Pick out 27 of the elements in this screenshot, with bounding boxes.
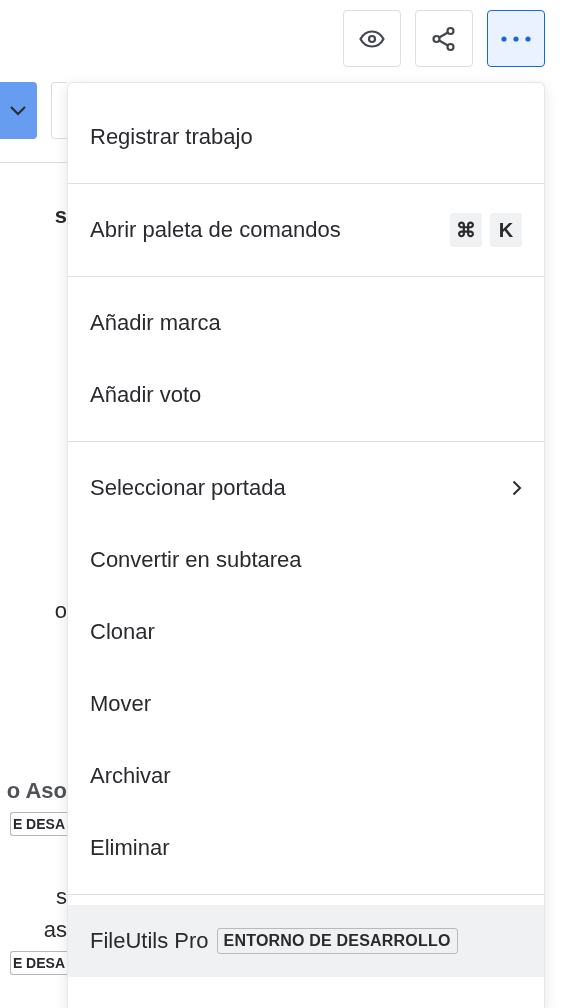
field-label: as — [43, 916, 67, 944]
share-button[interactable] — [415, 10, 473, 67]
shortcut-key: K — [490, 213, 522, 247]
section-heading: s — [54, 202, 67, 230]
menu-item[interactable]: Convertir en subtarea — [68, 524, 544, 596]
field-label: s — [56, 883, 67, 911]
field-label: o — [54, 597, 67, 625]
menu-item[interactable]: Abrir paleta de comandos ⌘ K — [68, 194, 544, 266]
share-icon — [431, 25, 457, 52]
menu-item[interactable]: Clonar — [68, 596, 544, 668]
chevron-right-icon — [512, 480, 522, 496]
menu-item[interactable]: Mover — [68, 668, 544, 740]
more-actions-button[interactable] — [487, 10, 545, 67]
field-label: o Aso — [6, 777, 67, 805]
environment-badge: ENTORNO DE DESARROLLO — [216, 928, 458, 954]
menu-item[interactable]: Añadir voto — [68, 359, 544, 431]
chevron-down-icon — [10, 105, 27, 116]
menu-item[interactable]: Añadir marca — [68, 287, 544, 359]
more-icon — [501, 35, 531, 42]
menu-item[interactable]: Seleccionar portada — [68, 452, 544, 524]
watch-button[interactable] — [343, 10, 401, 67]
menu-item[interactable]: Eliminar — [68, 812, 544, 884]
eye-icon — [359, 29, 385, 48]
menu-item[interactable]: Registrar trabajo — [68, 101, 544, 173]
shortcut-key: ⌘ — [450, 213, 482, 247]
menu-item[interactable]: Archivar — [68, 740, 544, 812]
menu-item[interactable]: FileUtils Pro ENTORNO DE DESARROLLO — [68, 905, 544, 977]
